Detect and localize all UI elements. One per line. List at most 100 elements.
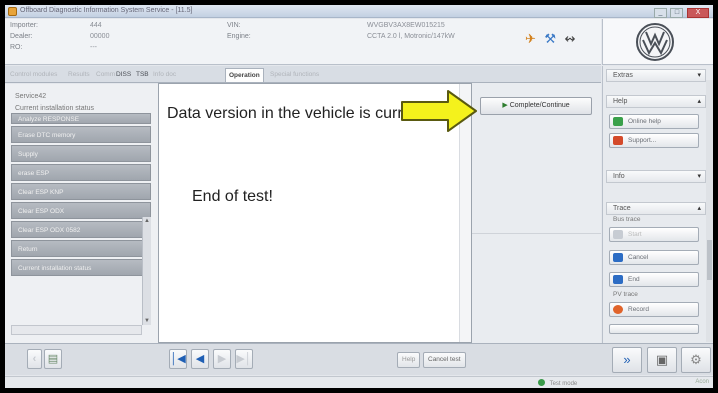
vin-value: WVGBV3AX8EW015215	[367, 22, 445, 29]
list-item[interactable]: erase ESP	[11, 164, 151, 181]
chevron-up-icon[interactable]: ▴	[697, 203, 701, 214]
maximize-button[interactable]: □	[670, 8, 684, 18]
tab-tsb[interactable]: TSB	[133, 68, 152, 82]
action-column: ▶ Complete/Continue	[472, 83, 601, 343]
next-step-button[interactable]: ▶	[213, 349, 231, 369]
document-icon[interactable]: ▤	[44, 349, 62, 369]
chevron-up-icon[interactable]: ▴	[697, 96, 701, 107]
tab-strip: Control modules Results Comm DISS TSB In…	[5, 66, 601, 83]
vw-logo	[636, 23, 674, 61]
list-item[interactable]: Current installation status	[11, 259, 151, 276]
trace-section[interactable]: Trace ▴	[606, 202, 706, 215]
info-section[interactable]: Info ▾	[606, 170, 706, 183]
brand-area	[602, 19, 713, 65]
help-section[interactable]: Help ▴	[606, 95, 706, 108]
online-help-icon	[613, 117, 623, 126]
last-step-button[interactable]: ▶│	[235, 349, 253, 369]
support-label: Support...	[628, 137, 657, 144]
bus-trace-label: Bus trace	[613, 216, 641, 223]
end-icon	[613, 275, 623, 284]
network-status-label: Test mode	[549, 381, 578, 387]
connection-icon[interactable]: ↭	[565, 31, 576, 47]
tools-icon[interactable]: ⚒	[544, 31, 556, 47]
cancel-trace-button[interactable]: Cancel	[609, 250, 699, 265]
start-trace-button[interactable]: Start	[609, 227, 699, 242]
trace-label: Trace	[613, 205, 631, 212]
start-icon	[613, 230, 623, 239]
list-item[interactable]: Clear ESP ODX 0582	[11, 221, 151, 238]
end-label: End	[628, 276, 640, 283]
application-window: Offboard Diagnostic Information System S…	[5, 5, 713, 388]
record-label: Record	[628, 306, 649, 313]
support-button[interactable]: Support...	[609, 133, 699, 148]
cancel-test-button[interactable]: Cancel test	[423, 352, 466, 368]
list-item[interactable]: Clear ESP KNP	[11, 183, 151, 200]
vehicle-icon[interactable]: ✈	[525, 31, 536, 47]
end-trace-button[interactable]: End	[609, 272, 699, 287]
importer-label: Importer:	[10, 22, 39, 29]
window-controls: _ □ X	[653, 6, 709, 18]
first-step-button[interactable]: │◀	[169, 349, 187, 369]
scroll-up-icon[interactable]: ▲	[144, 218, 150, 224]
vehicle-header: Importer: 444 Dealer: 00000 RO: --- VIN:…	[5, 19, 601, 65]
extras-label: Extras	[613, 72, 633, 79]
scrollbar-thumb[interactable]	[707, 240, 712, 280]
tab-control-modules[interactable]: Control modules	[7, 68, 60, 82]
message-line-1: Data version in the vehicle is current.	[167, 105, 430, 122]
tab-diss[interactable]: DISS	[113, 68, 134, 82]
minimize-button[interactable]: _	[653, 8, 667, 18]
record-button[interactable]: Record	[609, 302, 699, 317]
status-right-label: Acon	[695, 379, 709, 385]
double-chevron-icon[interactable]: »	[612, 347, 642, 373]
settings-icon[interactable]: ⚙	[681, 347, 711, 373]
sidebar-scrollbar[interactable]	[706, 80, 713, 342]
window-title: Offboard Diagnostic Information System S…	[20, 7, 193, 14]
help-label: Help	[613, 98, 628, 105]
extras-section[interactable]: Extras ▾	[606, 69, 706, 82]
list-horizontal-scrollbar[interactable]	[11, 325, 142, 335]
scroll-down-icon[interactable]: ▼	[144, 318, 150, 324]
ro-label: RO:	[10, 44, 23, 51]
test-plan-subheading: Current installation status	[15, 105, 94, 112]
complete-continue-button[interactable]: ▶ Complete/Continue	[480, 97, 592, 115]
tab-results[interactable]: Results	[65, 68, 93, 82]
tab-info-doc[interactable]: Info doc	[150, 68, 179, 82]
bottom-toolbar: ‹ ▤ │◀ ◀ ▶ ▶│ Help Cancel test » ▣ ⚙	[5, 343, 713, 375]
play-icon: ▶	[502, 102, 508, 109]
test-plan-heading: Service42	[15, 93, 47, 100]
header-icons: ✈ ⚒ ↭	[525, 31, 595, 47]
divider	[472, 233, 601, 234]
list-item[interactable]: Return	[11, 240, 151, 257]
back-page-button[interactable]: ‹	[27, 349, 42, 369]
save-icon[interactable]: ▣	[647, 347, 677, 373]
chevron-down-icon[interactable]: ▾	[697, 70, 701, 81]
support-icon	[613, 136, 623, 145]
right-sidebar: Extras ▾ Help ▴ Online help Support... I…	[602, 66, 713, 343]
list-item[interactable]: Erase DTC memory	[11, 126, 151, 143]
start-label: Start	[628, 231, 642, 238]
tab-operation[interactable]: Operation	[225, 68, 264, 82]
complete-continue-label: Complete/Continue	[509, 102, 570, 109]
info-label: Info	[613, 173, 625, 180]
network-icon	[538, 379, 545, 386]
pv-trace-label: PV trace	[613, 291, 638, 298]
network-status: Test mode	[538, 379, 577, 387]
list-item[interactable]: Clear ESP ODX	[11, 202, 151, 219]
test-plan-list: Analyze RESPONSE Erase DTC memory Supply…	[11, 113, 151, 294]
online-help-label: Online help	[628, 118, 661, 125]
more-trace-button[interactable]	[609, 324, 699, 334]
dealer-value: 00000	[90, 33, 110, 40]
list-item[interactable]: Supply	[11, 145, 151, 162]
previous-step-button[interactable]: ◀	[191, 349, 209, 369]
tab-special-functions[interactable]: Special functions	[267, 68, 322, 82]
help-button[interactable]: Help	[397, 352, 421, 368]
list-item[interactable]: Analyze RESPONSE	[11, 113, 151, 124]
chevron-down-icon[interactable]: ▾	[697, 171, 701, 182]
test-plan-pane: Service42 Current installation status An…	[5, 84, 158, 343]
message-line-2: End of test!	[192, 188, 273, 205]
online-help-button[interactable]: Online help	[609, 114, 699, 129]
engine-label: Engine:	[227, 33, 251, 40]
close-button[interactable]: X	[687, 8, 709, 18]
importer-value: 444	[90, 22, 102, 29]
list-scrollbar[interactable]: ▲ ▼	[142, 217, 151, 325]
